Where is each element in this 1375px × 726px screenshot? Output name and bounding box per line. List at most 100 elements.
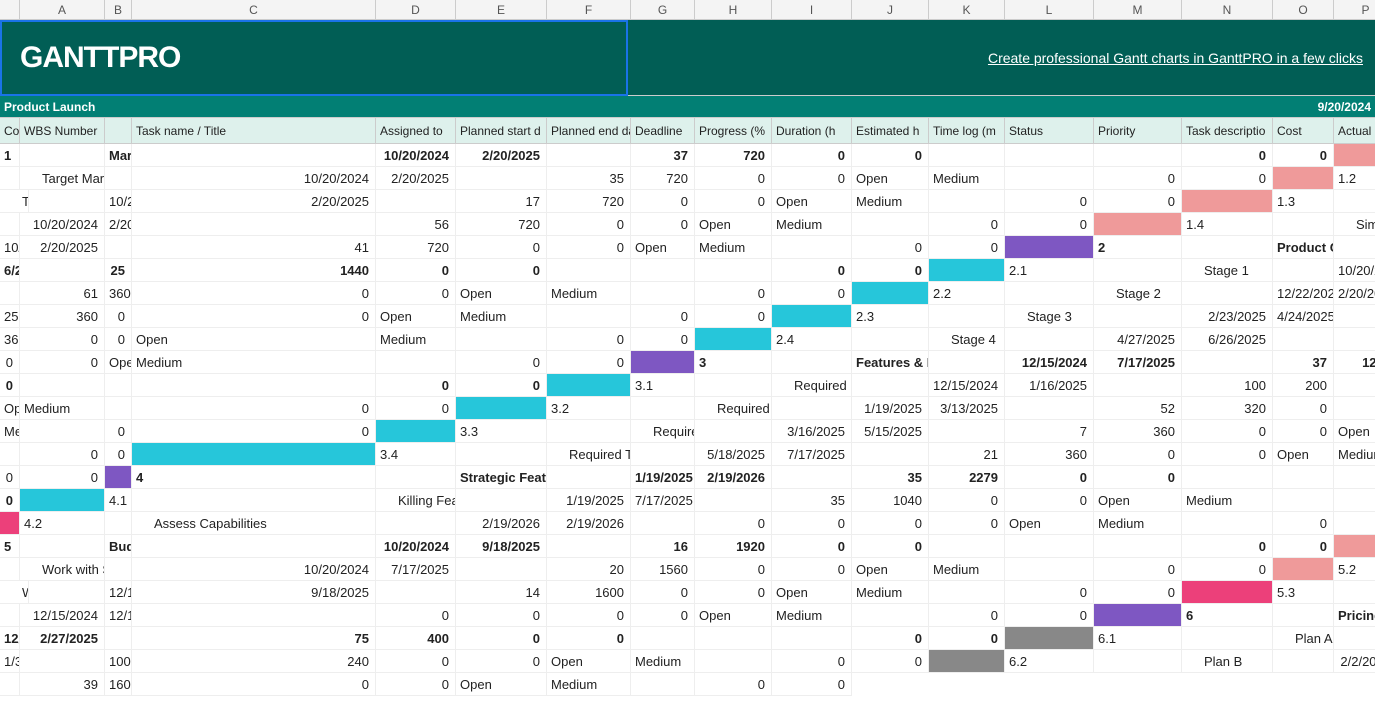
color-swatch-cell[interactable] [20, 489, 105, 512]
tlog-cell[interactable]: 0 [631, 604, 695, 627]
wbs-cell[interactable]: 2.3 [852, 305, 929, 328]
end-cell[interactable]: 9/18/2025 [456, 535, 547, 558]
assigned-cell[interactable] [1273, 650, 1334, 673]
priority-cell[interactable]: Medium [1334, 443, 1375, 466]
actual-cell[interactable]: 0 [852, 650, 929, 673]
status-cell[interactable]: Open [456, 673, 547, 696]
est-cell[interactable]: 0 [852, 512, 929, 535]
tlog-cell[interactable]: 0 [1334, 397, 1375, 420]
cost-cell[interactable]: 0 [929, 213, 1005, 236]
color-swatch-cell[interactable] [132, 443, 376, 466]
status-cell[interactable]: Open [772, 190, 852, 213]
color-swatch-cell[interactable] [1273, 558, 1334, 581]
progress-cell[interactable]: 0 [376, 604, 456, 627]
duration-cell[interactable]: 1240 [1334, 351, 1375, 374]
duration-cell[interactable]: 160 [105, 673, 132, 696]
blank-cell[interactable] [1334, 581, 1375, 604]
duration-cell[interactable]: 1600 [547, 581, 631, 604]
duration-cell[interactable]: 720 [695, 144, 772, 167]
status-cell[interactable] [547, 259, 631, 282]
progress-cell[interactable]: 39 [20, 673, 105, 696]
desc-cell[interactable] [547, 305, 631, 328]
desc-cell[interactable] [695, 650, 772, 673]
priority-cell[interactable] [1005, 144, 1094, 167]
duration-cell[interactable]: 0 [456, 604, 547, 627]
start-cell[interactable]: 10/20/2024 [376, 144, 456, 167]
status-cell[interactable]: Open [1094, 489, 1182, 512]
cost-cell[interactable]: 0 [852, 236, 929, 259]
assigned-cell[interactable] [20, 581, 105, 604]
wbs-cell[interactable]: 3 [695, 351, 772, 374]
priority-cell[interactable]: Medium [929, 167, 1005, 190]
progress-cell[interactable]: 25 [0, 305, 20, 328]
tlog-cell[interactable]: 0 [105, 328, 132, 351]
actual-cell[interactable]: 0 [929, 236, 1005, 259]
end-cell[interactable]: 1/30/2025 [0, 650, 20, 673]
col-header[interactable]: H [695, 0, 772, 20]
header-assigned[interactable]: Assigned to [376, 118, 456, 144]
end-cell[interactable]: 6/26/2025 [1182, 328, 1273, 351]
wbs-cell[interactable]: 5.2 [1334, 558, 1375, 581]
est-cell[interactable]: 0 [929, 489, 1005, 512]
status-cell[interactable] [929, 144, 1005, 167]
progress-cell[interactable]: 20 [547, 558, 631, 581]
wbs-cell[interactable]: 4.1 [105, 489, 132, 512]
progress-cell[interactable]: 35 [547, 167, 631, 190]
actual-cell[interactable]: 0 [456, 374, 547, 397]
est-cell[interactable]: 0 [376, 650, 456, 673]
header-priority[interactable]: Priority [1094, 118, 1182, 144]
header-end[interactable]: Planned end da [547, 118, 631, 144]
col-header[interactable]: O [1273, 0, 1334, 20]
duration-cell[interactable]: 360 [0, 328, 20, 351]
progress-cell[interactable]: 37 [1273, 351, 1334, 374]
status-cell[interactable] [1182, 466, 1273, 489]
priority-cell[interactable]: Medium [1182, 489, 1273, 512]
tlog-cell[interactable]: 0 [772, 558, 852, 581]
cost-cell[interactable]: 0 [105, 420, 132, 443]
tlog-cell[interactable]: 0 [852, 535, 929, 558]
cost-cell[interactable]: 0 [1094, 558, 1182, 581]
start-cell[interactable]: 2/19/2026 [456, 512, 547, 535]
end-cell[interactable]: 2/20/2025 [132, 190, 376, 213]
deadline-cell[interactable] [695, 489, 772, 512]
color-swatch-cell[interactable] [1182, 581, 1273, 604]
est-cell[interactable]: 0 [1094, 443, 1182, 466]
cost-cell[interactable]: 0 [1182, 144, 1273, 167]
start-cell[interactable]: 12/15/2024 [20, 604, 105, 627]
priority-cell[interactable]: Medium [376, 328, 456, 351]
duration-cell[interactable]: 1920 [695, 535, 772, 558]
deadline-cell[interactable] [132, 213, 376, 236]
wbs-cell[interactable]: 3.3 [456, 420, 547, 443]
end-cell[interactable]: 4/24/2025 [1273, 305, 1334, 328]
blank-cell[interactable] [1182, 627, 1273, 650]
end-cell[interactable]: 2/19/2026 [695, 466, 772, 489]
desc-cell[interactable] [1005, 558, 1094, 581]
progress-cell[interactable]: 56 [376, 213, 456, 236]
desc-cell[interactable] [376, 351, 456, 374]
header-status[interactable]: Status [1005, 118, 1094, 144]
cost-cell[interactable]: 0 [20, 443, 105, 466]
desc-cell[interactable] [1094, 144, 1182, 167]
wbs-cell[interactable]: 6.2 [1005, 650, 1094, 673]
cost-cell[interactable]: 0 [132, 397, 376, 420]
status-cell[interactable] [631, 627, 695, 650]
status-cell[interactable]: Open [1005, 512, 1094, 535]
end-cell[interactable]: 2/19/2026 [547, 512, 631, 535]
status-cell[interactable]: Open [547, 650, 631, 673]
header-estimated[interactable]: Estimated h [852, 118, 929, 144]
task-cell[interactable]: Market Research [105, 144, 132, 167]
end-cell[interactable]: 9/18/2025 [132, 581, 376, 604]
cost-cell[interactable]: 0 [852, 627, 929, 650]
start-cell[interactable]: 4/27/2025 [1094, 328, 1182, 351]
tlog-cell[interactable]: 0 [852, 144, 929, 167]
status-cell[interactable]: Open [105, 351, 132, 374]
desc-cell[interactable] [772, 627, 852, 650]
est-cell[interactable]: 0 [376, 259, 456, 282]
start-cell[interactable]: 2/23/2025 [1182, 305, 1273, 328]
deadline-cell[interactable] [20, 650, 105, 673]
priority-cell[interactable]: Medium [852, 190, 929, 213]
tlog-cell[interactable]: 0 [772, 167, 852, 190]
desc-cell[interactable] [105, 397, 132, 420]
actual-cell[interactable]: 0 [695, 305, 772, 328]
start-cell[interactable]: 1/19/2025 [852, 397, 929, 420]
